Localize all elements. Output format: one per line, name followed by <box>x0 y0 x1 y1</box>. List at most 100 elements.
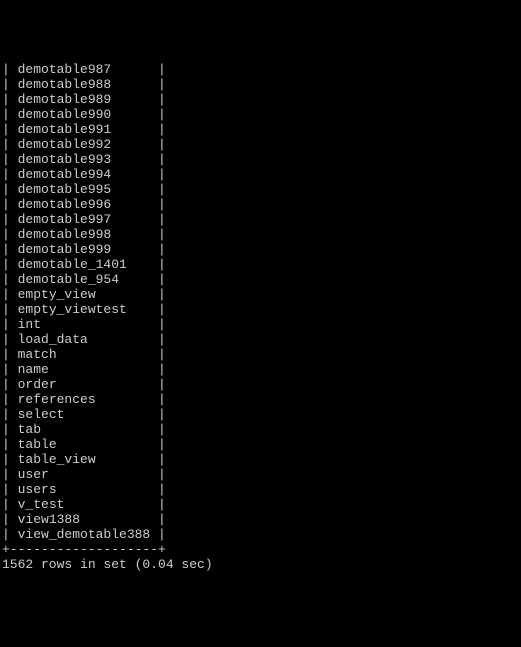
pipe-left: | <box>2 227 18 242</box>
table-cell-name: demotable993 <box>18 152 158 167</box>
table-row: | demotable988 | <box>2 77 519 92</box>
table-row: | table | <box>2 437 519 452</box>
pipe-right: | <box>158 317 166 332</box>
table-cell-name: demotable994 <box>18 167 158 182</box>
table-row: | demotable990 | <box>2 107 519 122</box>
table-cell-name: demotable996 <box>18 197 158 212</box>
table-cell-name: demotable990 <box>18 107 158 122</box>
table-cell-name: empty_viewtest <box>18 302 158 317</box>
table-cell-name: name <box>18 362 158 377</box>
pipe-right: | <box>158 527 166 542</box>
table-row: | demotable992 | <box>2 137 519 152</box>
table-cell-name: demotable998 <box>18 227 158 242</box>
table-row: | demotable994 | <box>2 167 519 182</box>
pipe-left: | <box>2 92 18 107</box>
pipe-right: | <box>158 392 166 407</box>
table-row: | int | <box>2 317 519 332</box>
table-cell-name: view1388 <box>18 512 158 527</box>
table-cell-name: table <box>18 437 158 452</box>
table-row: | tab | <box>2 422 519 437</box>
table-cell-name: demotable989 <box>18 92 158 107</box>
pipe-left: | <box>2 137 18 152</box>
table-cell-name: match <box>18 347 158 362</box>
table-cell-name: int <box>18 317 158 332</box>
pipe-right: | <box>158 302 166 317</box>
table-row: | references | <box>2 392 519 407</box>
table-row: | demotable998 | <box>2 227 519 242</box>
pipe-left: | <box>2 497 18 512</box>
pipe-right: | <box>158 347 166 362</box>
table-row: | table_view | <box>2 452 519 467</box>
pipe-right: | <box>158 422 166 437</box>
table-cell-name: demotable_1401 <box>18 257 158 272</box>
table-row: | demotable987 | <box>2 62 519 77</box>
table-row: | demotable995 | <box>2 182 519 197</box>
pipe-right: | <box>158 77 166 92</box>
table-row: | demotable996 | <box>2 197 519 212</box>
pipe-left: | <box>2 77 18 92</box>
table-row: | demotable989 | <box>2 92 519 107</box>
table-cell-name: demotable991 <box>18 122 158 137</box>
table-row: | v_test | <box>2 497 519 512</box>
table-cell-name: user <box>18 467 158 482</box>
table-row: | demotable991 | <box>2 122 519 137</box>
pipe-left: | <box>2 167 18 182</box>
pipe-right: | <box>158 467 166 482</box>
pipe-right: | <box>158 107 166 122</box>
pipe-left: | <box>2 482 18 497</box>
table-row: | users | <box>2 482 519 497</box>
pipe-right: | <box>158 437 166 452</box>
pipe-left: | <box>2 257 18 272</box>
table-row: | order | <box>2 377 519 392</box>
table-cell-name: demotable987 <box>18 62 158 77</box>
pipe-left: | <box>2 407 18 422</box>
pipe-right: | <box>158 377 166 392</box>
pipe-left: | <box>2 317 18 332</box>
table-row: | user | <box>2 467 519 482</box>
pipe-left: | <box>2 332 18 347</box>
pipe-left: | <box>2 197 18 212</box>
pipe-left: | <box>2 287 18 302</box>
pipe-right: | <box>158 167 166 182</box>
pipe-right: | <box>158 62 166 77</box>
pipe-left: | <box>2 527 18 542</box>
pipe-right: | <box>158 197 166 212</box>
pipe-left: | <box>2 107 18 122</box>
table-row: | match | <box>2 347 519 362</box>
pipe-left: | <box>2 422 18 437</box>
table-cell-name: select <box>18 407 158 422</box>
table-row: | view1388 | <box>2 512 519 527</box>
pipe-left: | <box>2 272 18 287</box>
pipe-left: | <box>2 242 18 257</box>
table-row: | view_demotable388 | <box>2 527 519 542</box>
pipe-right: | <box>158 212 166 227</box>
pipe-left: | <box>2 512 18 527</box>
pipe-left: | <box>2 302 18 317</box>
table-cell-name: references <box>18 392 158 407</box>
pipe-right: | <box>158 152 166 167</box>
pipe-right: | <box>158 242 166 257</box>
pipe-right: | <box>158 122 166 137</box>
pipe-left: | <box>2 392 18 407</box>
table-cell-name: order <box>18 377 158 392</box>
table-cell-name: v_test <box>18 497 158 512</box>
table-cell-name: users <box>18 482 158 497</box>
table-row: | load_data | <box>2 332 519 347</box>
table-row: | empty_viewtest | <box>2 302 519 317</box>
table-cell-name: view_demotable388 <box>18 527 158 542</box>
table-row: | demotable993 | <box>2 152 519 167</box>
pipe-right: | <box>158 332 166 347</box>
pipe-right: | <box>158 227 166 242</box>
result-summary: 1562 rows in set (0.04 sec) <box>2 557 519 572</box>
pipe-left: | <box>2 362 18 377</box>
table-row: | demotable_954 | <box>2 272 519 287</box>
pipe-right: | <box>158 452 166 467</box>
pipe-left: | <box>2 212 18 227</box>
table-row: | demotable997 | <box>2 212 519 227</box>
pipe-right: | <box>158 287 166 302</box>
table-row: | empty_view | <box>2 287 519 302</box>
table-cell-name: demotable_954 <box>18 272 158 287</box>
pipe-left: | <box>2 437 18 452</box>
table-cell-name: load_data <box>18 332 158 347</box>
pipe-left: | <box>2 122 18 137</box>
